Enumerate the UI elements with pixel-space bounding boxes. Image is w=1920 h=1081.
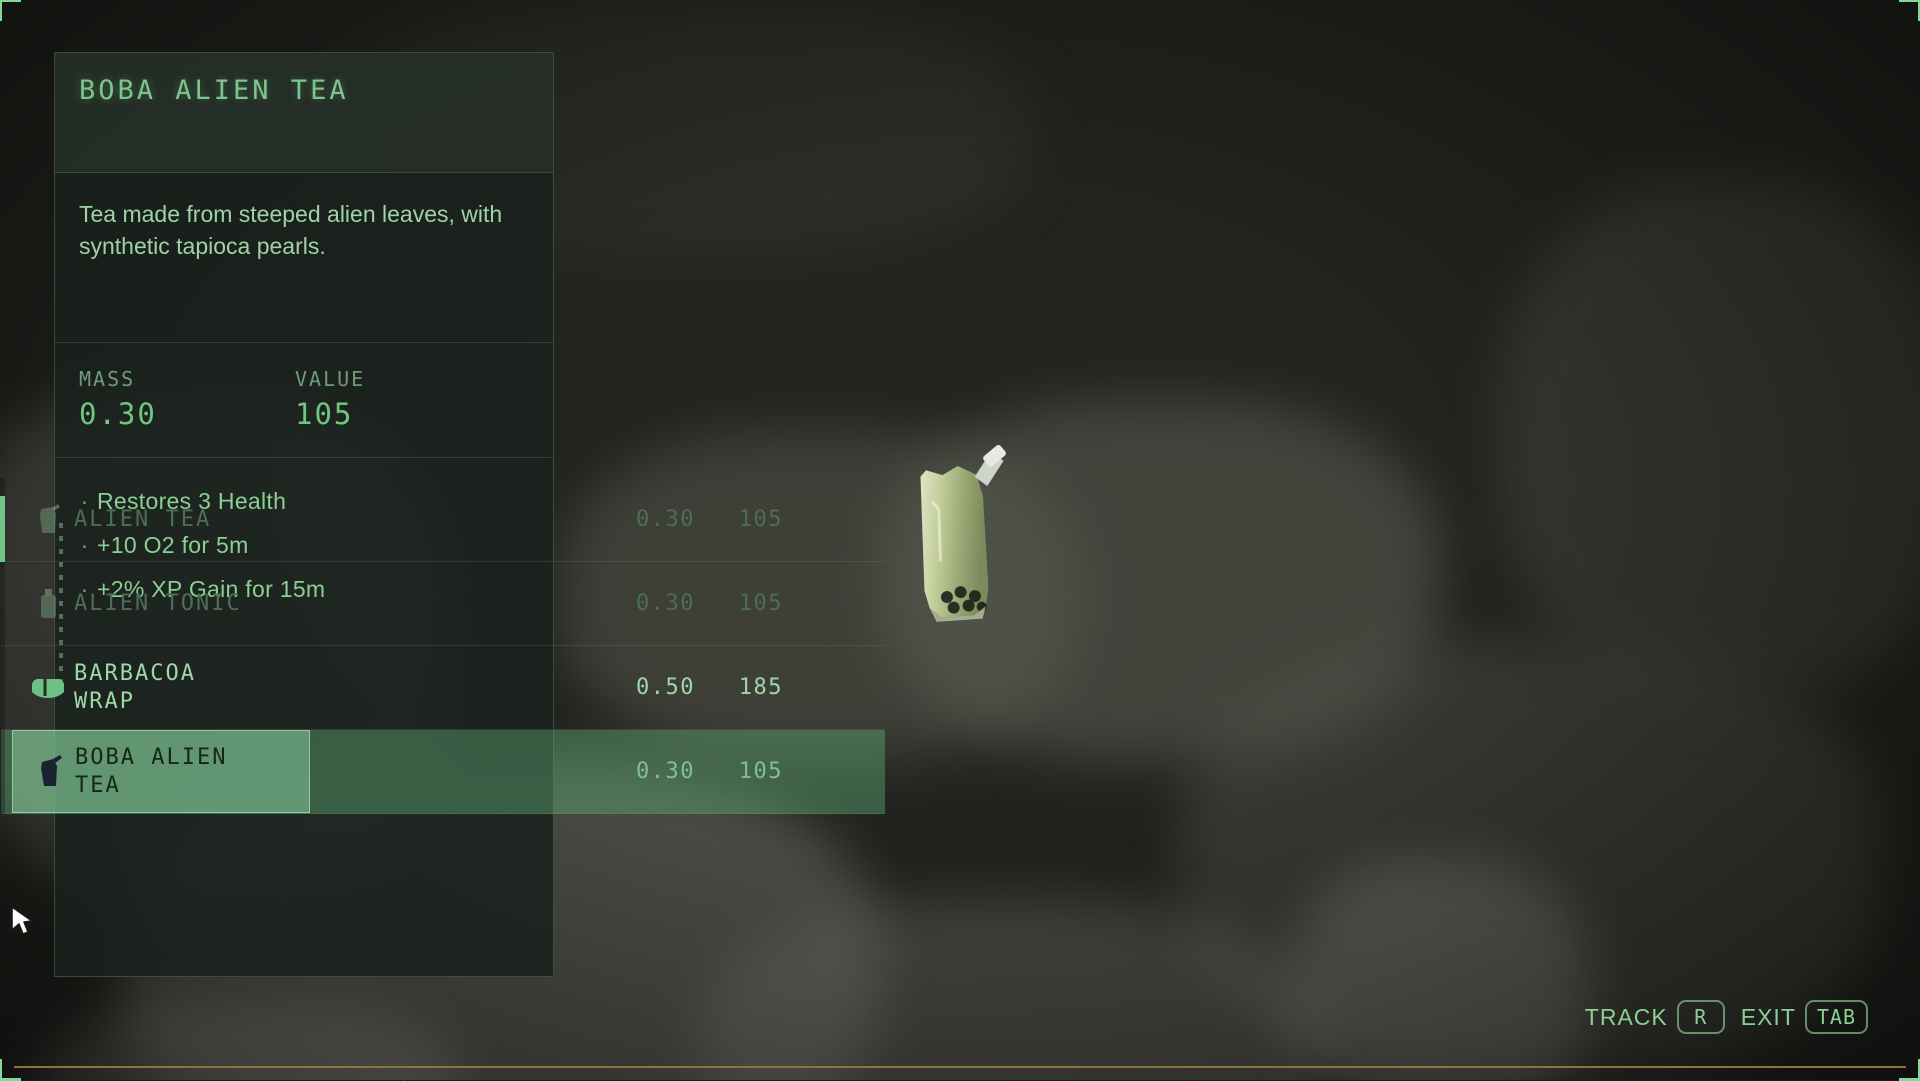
row-name: BARBACOAWRAP xyxy=(74,660,196,715)
row-mass: 0.30 xyxy=(575,759,695,784)
wrap-icon xyxy=(22,674,74,702)
row-name-cell: ALIEN TONIC xyxy=(12,562,310,645)
corner-bracket-icon xyxy=(0,0,21,21)
row-mass: 0.30 xyxy=(575,591,695,616)
row-value: 185 xyxy=(695,675,825,700)
item-description: Tea made from steeped alien leaves, with… xyxy=(55,173,553,343)
row-value: 105 xyxy=(695,591,825,616)
table-row[interactable]: ALIEN TEA 0.30 105 xyxy=(1,478,885,562)
corner-bracket-icon xyxy=(0,1059,21,1081)
mouse-cursor xyxy=(10,905,36,939)
row-name-cell: BOBA ALIENTEA xyxy=(12,730,310,813)
exit-label: EXIT xyxy=(1741,1004,1796,1031)
table-row[interactable]: BARBACOAWRAP 0.50 185 xyxy=(1,646,885,730)
boba-pouch-icon xyxy=(23,753,75,791)
craft-underline xyxy=(14,1066,1906,1068)
directory-scrollbar[interactable] xyxy=(0,478,5,814)
row-value: 105 xyxy=(695,759,825,784)
track-action[interactable]: TRACK R xyxy=(1585,1000,1725,1034)
page-title: BOBA ALIEN TEA xyxy=(55,53,553,173)
tea-pouch-icon xyxy=(22,503,74,537)
corner-bracket-icon xyxy=(1899,1059,1920,1081)
boba-tea-pouch-render xyxy=(878,435,1042,645)
stat-mass-value: 0.30 xyxy=(79,397,295,431)
row-mass: 0.50 xyxy=(575,675,695,700)
exit-key-hint: TAB xyxy=(1805,1000,1868,1034)
corner-bracket-icon xyxy=(1899,0,1920,21)
row-name: BOBA ALIENTEA xyxy=(75,744,227,799)
row-value: 105 xyxy=(695,507,825,532)
row-name-cell: ALIEN TEA xyxy=(12,478,310,561)
tonic-bottle-icon xyxy=(22,587,74,621)
directory-rows: ALIEN TEA 0.30 105 ALIEN TONIC 0.30 105 … xyxy=(1,478,885,814)
item-stats: MASS 0.30 VALUE 105 xyxy=(55,343,553,458)
stat-mass-label: MASS xyxy=(79,367,295,391)
table-row[interactable]: ALIEN TONIC 0.30 105 xyxy=(1,562,885,646)
table-row[interactable]: BOBA ALIENTEA 0.30 105 xyxy=(1,730,885,814)
item-description-text: Tea made from steeped alien leaves, with… xyxy=(79,199,529,262)
row-mass: 0.30 xyxy=(575,507,695,532)
stat-value-value: 105 xyxy=(295,397,511,431)
bottom-action-bar: TRACK R EXIT TAB xyxy=(1585,1000,1868,1034)
track-label: TRACK xyxy=(1585,1004,1668,1031)
exit-action[interactable]: EXIT TAB xyxy=(1741,1000,1868,1034)
row-name: ALIEN TEA xyxy=(74,506,211,534)
row-name-cell: BARBACOAWRAP xyxy=(12,646,310,729)
item-title: BOBA ALIEN TEA xyxy=(79,75,349,106)
track-key-hint: R xyxy=(1677,1000,1725,1034)
stat-value-label: VALUE xyxy=(295,367,511,391)
stat-value: VALUE 105 xyxy=(295,367,511,431)
directory-scrollbar-thumb[interactable] xyxy=(0,496,5,562)
row-name: ALIEN TONIC xyxy=(74,590,242,618)
stat-mass: MASS 0.30 xyxy=(79,367,295,431)
